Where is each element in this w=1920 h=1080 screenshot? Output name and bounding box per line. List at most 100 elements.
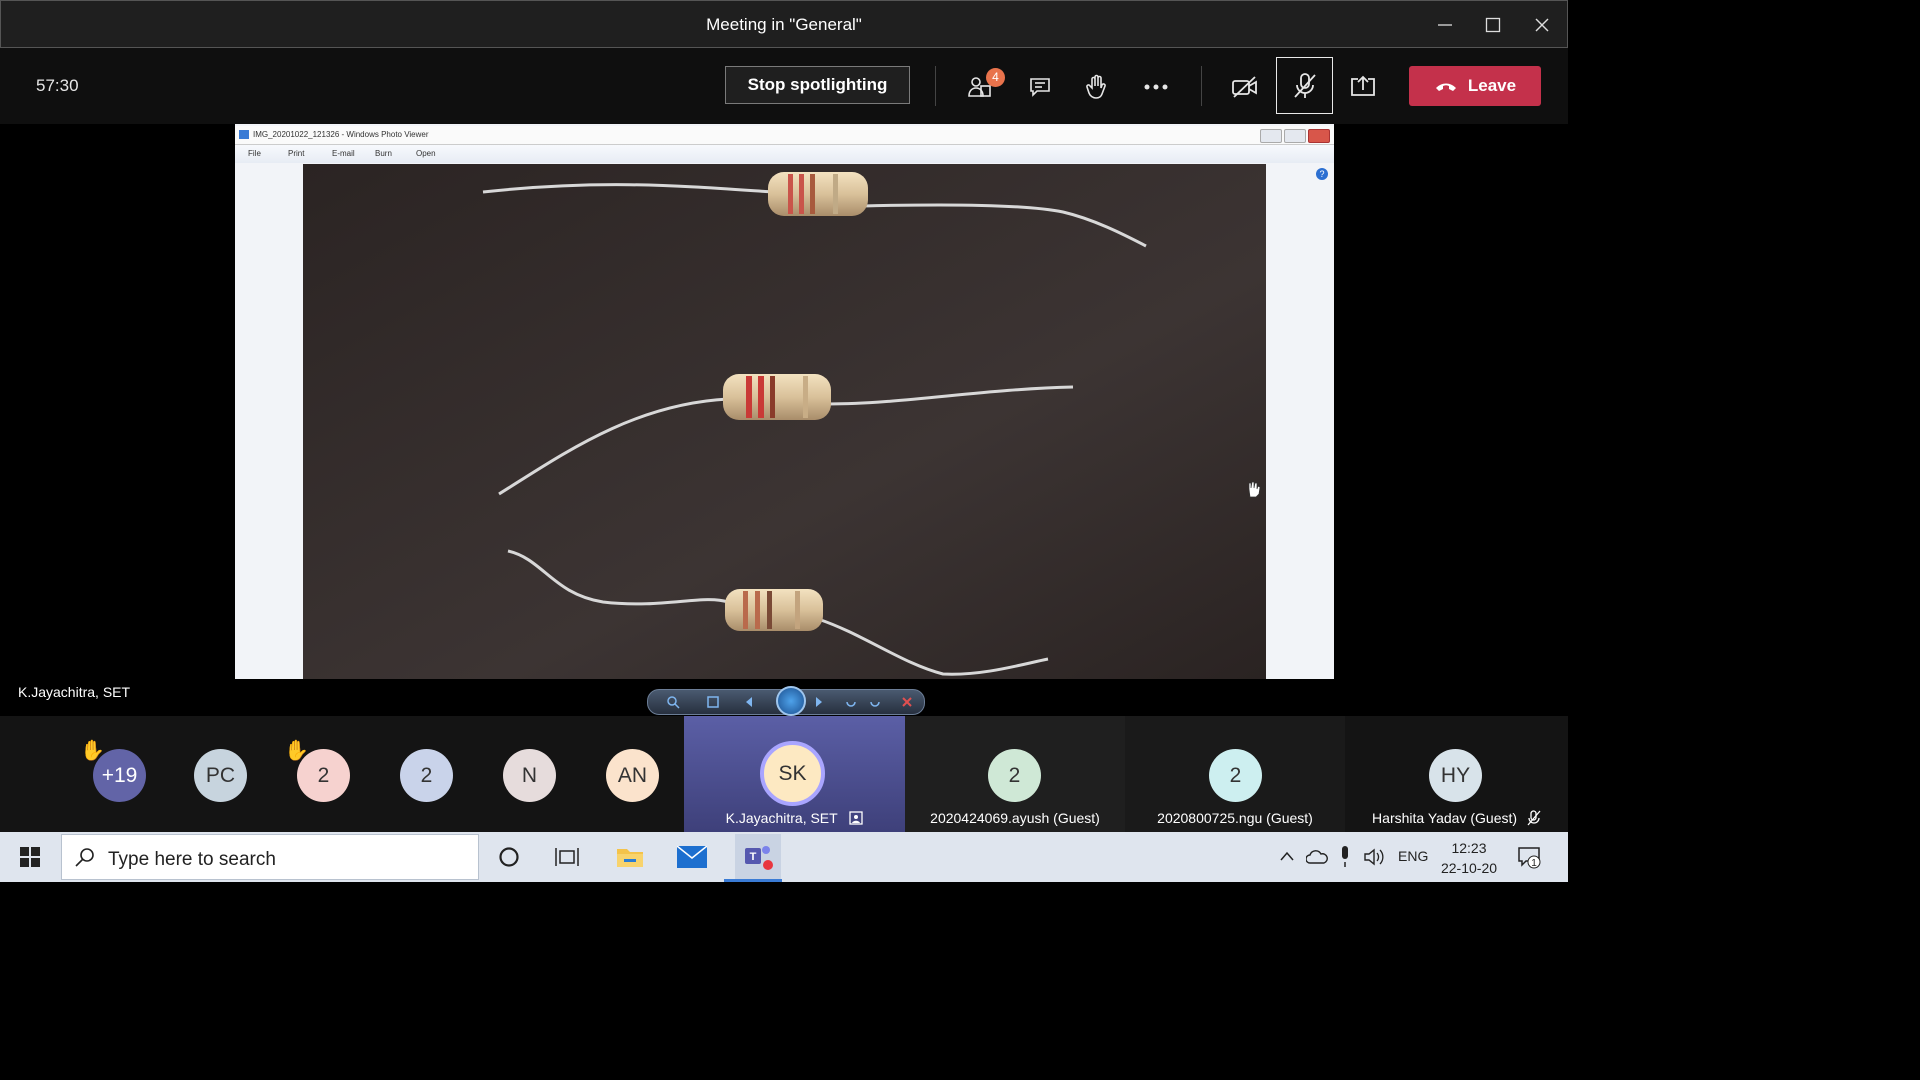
file-explorer-button[interactable] <box>613 840 647 874</box>
camera-off-icon <box>1232 76 1257 98</box>
stop-spotlighting-button[interactable]: Stop spotlighting <box>725 66 910 104</box>
taskbar-search-box[interactable]: Type here to search <box>61 834 479 880</box>
overflow-participants-avatar[interactable]: +19 <box>93 749 146 802</box>
minimize-button[interactable] <box>1421 1 1469 49</box>
meeting-timer: 57:30 <box>36 76 79 95</box>
participant-name: 2020800725.ngu (Guest) <box>1157 810 1313 826</box>
photo-viewer-app-icon <box>239 130 249 139</box>
divider <box>1201 66 1202 106</box>
teams-taskbar-button[interactable]: T <box>735 834 781 880</box>
close-button[interactable] <box>1518 1 1566 49</box>
fit-icon <box>707 696 719 708</box>
participant-name: Harshita Yadav (Guest) <box>1345 810 1568 826</box>
clock-date: 22-10-20 <box>1440 860 1498 876</box>
presenter-name-label: K.Jayachitra, SET <box>18 684 131 700</box>
onedrive-icon[interactable] <box>1306 850 1328 864</box>
share-screen-button[interactable] <box>1343 68 1383 106</box>
camera-toggle-button[interactable] <box>1225 68 1265 106</box>
phone-hangup-icon <box>1435 83 1456 91</box>
photo-viewer-toolbar <box>647 686 925 716</box>
pv-menu-email: E-mail <box>332 149 355 158</box>
zoom-icon <box>667 696 680 709</box>
photo-viewer-window-buttons <box>1260 129 1330 143</box>
next-icon <box>816 697 822 707</box>
rotate-left-icon <box>846 701 856 707</box>
cortana-icon <box>499 847 519 867</box>
photo-viewer-window: IMG_20201022_121326 - Windows Photo View… <box>235 124 1334 679</box>
participant-tile[interactable]: 2 2020424069.ayush (Guest) <box>905 716 1125 832</box>
participant-avatar[interactable]: N <box>503 749 556 802</box>
chevron-up-icon[interactable] <box>1280 851 1294 861</box>
notification-count: 1 <box>1531 858 1537 869</box>
maximize-button[interactable] <box>1469 1 1517 49</box>
leave-button[interactable]: Leave <box>1409 66 1541 106</box>
clock-time: 12:23 <box>1451 840 1487 856</box>
notification-icon: 1 <box>1518 847 1541 869</box>
photo-viewer-menu: File Print E-mail Burn Open ? <box>235 145 1334 180</box>
participant-avatar[interactable]: 2 <box>297 749 350 802</box>
chat-button[interactable] <box>1020 68 1060 106</box>
teams-icon: T <box>745 846 773 870</box>
pv-restore-button <box>1284 129 1306 143</box>
participant-name: 2020424069.ayush (Guest) <box>930 810 1100 826</box>
participants-badge: 4 <box>986 68 1005 87</box>
window-title: Meeting in "General" <box>706 15 862 34</box>
participant-avatar[interactable]: PC <box>194 749 247 802</box>
more-options-button[interactable] <box>1136 68 1176 106</box>
action-center-button[interactable]: 1 <box>1512 840 1546 874</box>
windows-taskbar: Type here to search T ENG 12:23 22-10-20… <box>0 832 1568 882</box>
participant-avatar: HY <box>1429 749 1482 802</box>
search-placeholder: Type here to search <box>108 849 276 870</box>
mic-off-icon <box>1527 810 1541 826</box>
svg-text:T: T <box>750 851 757 863</box>
chat-icon <box>1030 78 1050 97</box>
mic-toggle-button[interactable] <box>1276 57 1333 114</box>
pv-menu-burn: Burn <box>375 149 392 158</box>
participant-tile[interactable]: 2 2020800725.ngu (Guest) <box>1125 716 1345 832</box>
active-app-indicator <box>724 879 782 882</box>
rotate-right-icon <box>870 701 880 707</box>
presenter-icon <box>849 811 863 825</box>
pv-close-button <box>1308 129 1330 143</box>
resistors-photo <box>303 164 1266 679</box>
search-icon <box>75 848 94 867</box>
participant-avatar[interactable]: AN <box>606 749 659 802</box>
pv-menu-print: Print <box>288 149 305 158</box>
task-view-icon <box>555 848 579 866</box>
participant-strip: ✋ +19 PC ✋ 2 2 N AN SK K.Jayachitra, SET… <box>0 716 1568 832</box>
slideshow-button <box>776 686 806 716</box>
windows-logo-icon <box>20 847 40 867</box>
pv-help-icon: ? <box>1316 168 1328 180</box>
shared-screen-stage: IMG_20201022_121326 - Windows Photo View… <box>0 124 1568 716</box>
participant-avatar[interactable]: 2 <box>400 749 453 802</box>
volume-icon[interactable] <box>1364 848 1386 866</box>
microphone-icon[interactable] <box>1339 846 1351 868</box>
close-icon <box>1535 18 1549 32</box>
mic-off-icon <box>1293 72 1316 98</box>
participant-avatar: SK <box>760 741 825 806</box>
folder-icon <box>617 849 643 867</box>
raise-hand-button[interactable] <box>1077 68 1117 106</box>
pv-minimize-button <box>1260 129 1282 143</box>
shared-photo <box>303 164 1266 679</box>
window-title-bar: Meeting in "General" <box>0 0 1568 48</box>
start-button[interactable] <box>13 840 47 874</box>
cortana-button[interactable] <box>492 840 526 874</box>
task-view-button[interactable] <box>550 840 584 874</box>
participant-tile-active[interactable]: SK K.Jayachitra, SET <box>684 716 905 832</box>
participant-avatar: 2 <box>1209 749 1262 802</box>
maximize-icon <box>1485 17 1501 33</box>
divider <box>935 66 936 106</box>
photo-viewer-title: IMG_20201022_121326 - Windows Photo View… <box>253 130 429 139</box>
system-clock[interactable]: 12:23 22-10-20 <box>1434 838 1504 878</box>
input-language[interactable]: ENG <box>1398 848 1428 864</box>
previous-icon <box>746 697 752 707</box>
mail-button[interactable] <box>675 840 709 874</box>
mail-icon <box>677 846 707 868</box>
leave-label: Leave <box>1467 76 1517 95</box>
pv-menu-open: Open <box>416 149 436 158</box>
delete-icon <box>902 697 912 707</box>
minimize-icon <box>1438 24 1452 26</box>
participant-tile[interactable]: HY Harshita Yadav (Guest) <box>1345 716 1568 832</box>
participant-avatar: 2 <box>988 749 1041 802</box>
